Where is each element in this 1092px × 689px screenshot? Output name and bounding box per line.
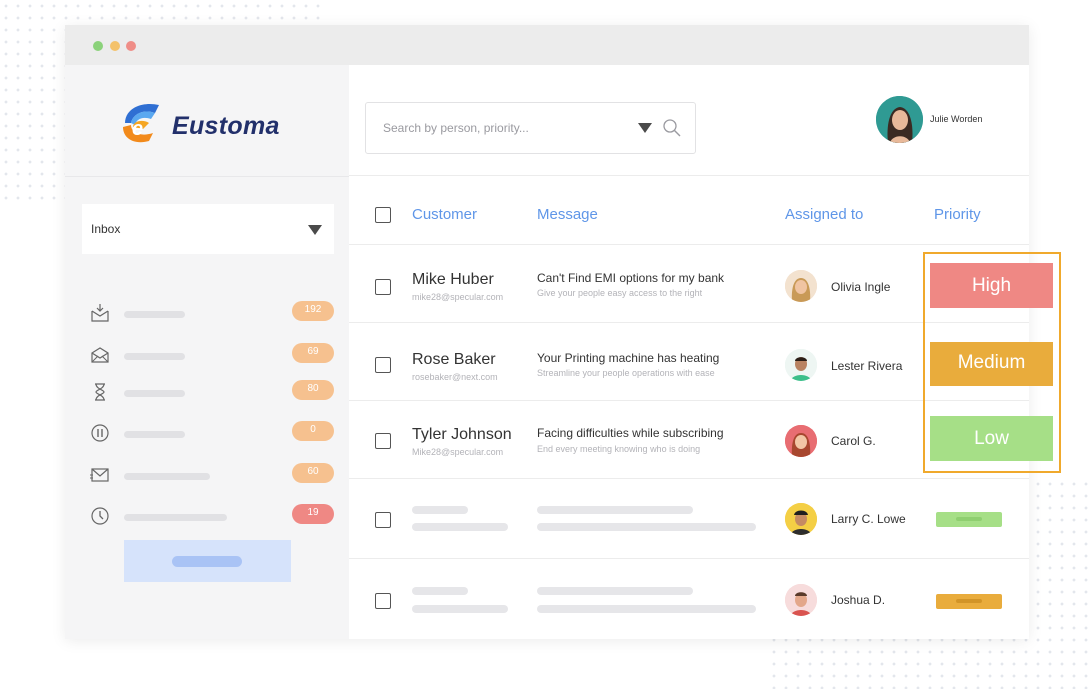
search-bar[interactable]: Search by person, priority... [365,102,696,154]
column-header-assigned-to[interactable]: Assigned to [785,206,863,223]
count-badge: 69 [292,343,334,363]
svg-text:e: e [132,118,143,140]
priority-indicator-medium [936,594,1002,609]
nav-label-placeholder [124,311,185,318]
row-checkbox[interactable] [375,279,391,295]
message-title: Your Printing machine has heating [537,351,720,365]
customer-name: Mike Huber [412,271,494,288]
sidebar-item-overdue[interactable]: 19 [65,502,349,532]
select-all-checkbox[interactable] [375,207,391,223]
assignee-name: Olivia Ingle [831,280,891,294]
eustoma-logo-icon: e [123,103,159,143]
sidebar-item-sent[interactable]: 60 [65,461,349,491]
message-title-placeholder [537,506,693,514]
priority-highlight-frame [923,252,1061,473]
nav-label-placeholder [124,431,185,438]
customer-email-placeholder [412,523,508,531]
sidebar-item-paused[interactable]: 0 [65,419,349,449]
button-label-placeholder [172,556,242,567]
window-close-dot[interactable] [126,41,136,51]
customer-name-placeholder [412,587,468,595]
column-header-message[interactable]: Message [537,206,598,223]
customer-name: Rose Baker [412,351,496,368]
message-preview: Streamline your people operations with e… [537,368,715,378]
triangle-down-icon [308,225,322,235]
triangle-down-icon[interactable] [638,123,652,133]
nav-label-placeholder [124,473,210,480]
customer-name: Tyler Johnson [412,426,512,443]
message-preview: Give your people easy access to the righ… [537,288,703,298]
sidebar-action-button[interactable] [124,540,291,582]
assignee-name: Lester Rivera [831,359,903,373]
assignee-avatar [785,584,817,616]
column-header-priority[interactable]: Priority [934,206,981,223]
search-input[interactable]: Search by person, priority... [383,121,529,135]
brand-name: Eustoma [172,112,280,140]
customer-name-placeholder [412,506,468,514]
customer-email: Mike28@specular.com [412,447,504,457]
avatar-portrait [876,96,923,143]
message-preview-placeholder [537,605,756,613]
folder-select[interactable]: Inbox [82,204,334,254]
assignee-name: Joshua D. [831,593,886,607]
user-name: Julie Worden [930,114,983,124]
nav-label-placeholder [124,353,185,360]
customer-email-placeholder [412,605,508,613]
row-checkbox[interactable] [375,512,391,528]
message-title: Facing difficulties while subscribing [537,426,724,440]
folder-select-value: Inbox [91,222,121,236]
open-envelope-icon [91,347,109,363]
priority-indicator-bar [956,599,982,603]
table-row[interactable]: Joshua D. [349,559,1029,639]
count-badge: 0 [292,421,334,441]
row-checkbox[interactable] [375,593,391,609]
customer-email: mike28@specular.com [412,292,504,302]
nav-label-placeholder [124,390,185,397]
search-icon[interactable] [662,118,682,138]
pause-icon [91,424,109,442]
top-header: Search by person, priority... Julie Word… [349,65,1029,176]
assignee-name: Larry C. Lowe [831,512,906,526]
assignee-avatar [785,349,817,381]
clock-icon [91,507,109,525]
count-badge: 80 [292,380,334,400]
count-badge: 192 [292,301,334,321]
app-window: e Eustoma Inbox 192 69 80 0 60 19 Search… [65,25,1029,639]
customer-email: rosebaker@next.com [412,372,498,382]
sidebar-item-opened[interactable]: 69 [65,341,349,371]
count-badge: 60 [292,463,334,483]
inbox-tray-icon [91,304,109,322]
count-badge: 19 [292,504,334,524]
assignee-avatar [785,425,817,457]
hourglass-icon [95,383,105,401]
column-header-customer[interactable]: Customer [412,206,477,223]
priority-indicator-bar [956,517,982,521]
envelope-icon [90,468,109,482]
sidebar-item-pending[interactable]: 80 [65,378,349,408]
message-title: Can't Find EMI options for my bank [537,271,725,285]
message-preview-placeholder [537,523,756,531]
table-header-row: Customer Message Assigned to Priority [349,177,1029,245]
table-row[interactable]: Larry C. Lowe [349,479,1029,559]
window-titlebar [65,25,1029,65]
assignee-avatar [785,270,817,302]
message-title-placeholder [537,587,693,595]
user-avatar[interactable] [876,96,923,143]
brand-area: e Eustoma [65,65,349,177]
priority-indicator-low [936,512,1002,527]
message-preview: End every meeting knowing who is doing [537,444,701,454]
window-minimize-dot[interactable] [110,41,120,51]
window-maximize-dot[interactable] [93,41,103,51]
assignee-avatar [785,503,817,535]
assignee-name: Carol G. [831,434,876,448]
nav-label-placeholder [124,514,227,521]
sidebar-item-inbox[interactable]: 192 [65,299,349,329]
row-checkbox[interactable] [375,357,391,373]
sidebar: e Eustoma Inbox 192 69 80 0 60 19 [65,65,349,639]
row-checkbox[interactable] [375,433,391,449]
